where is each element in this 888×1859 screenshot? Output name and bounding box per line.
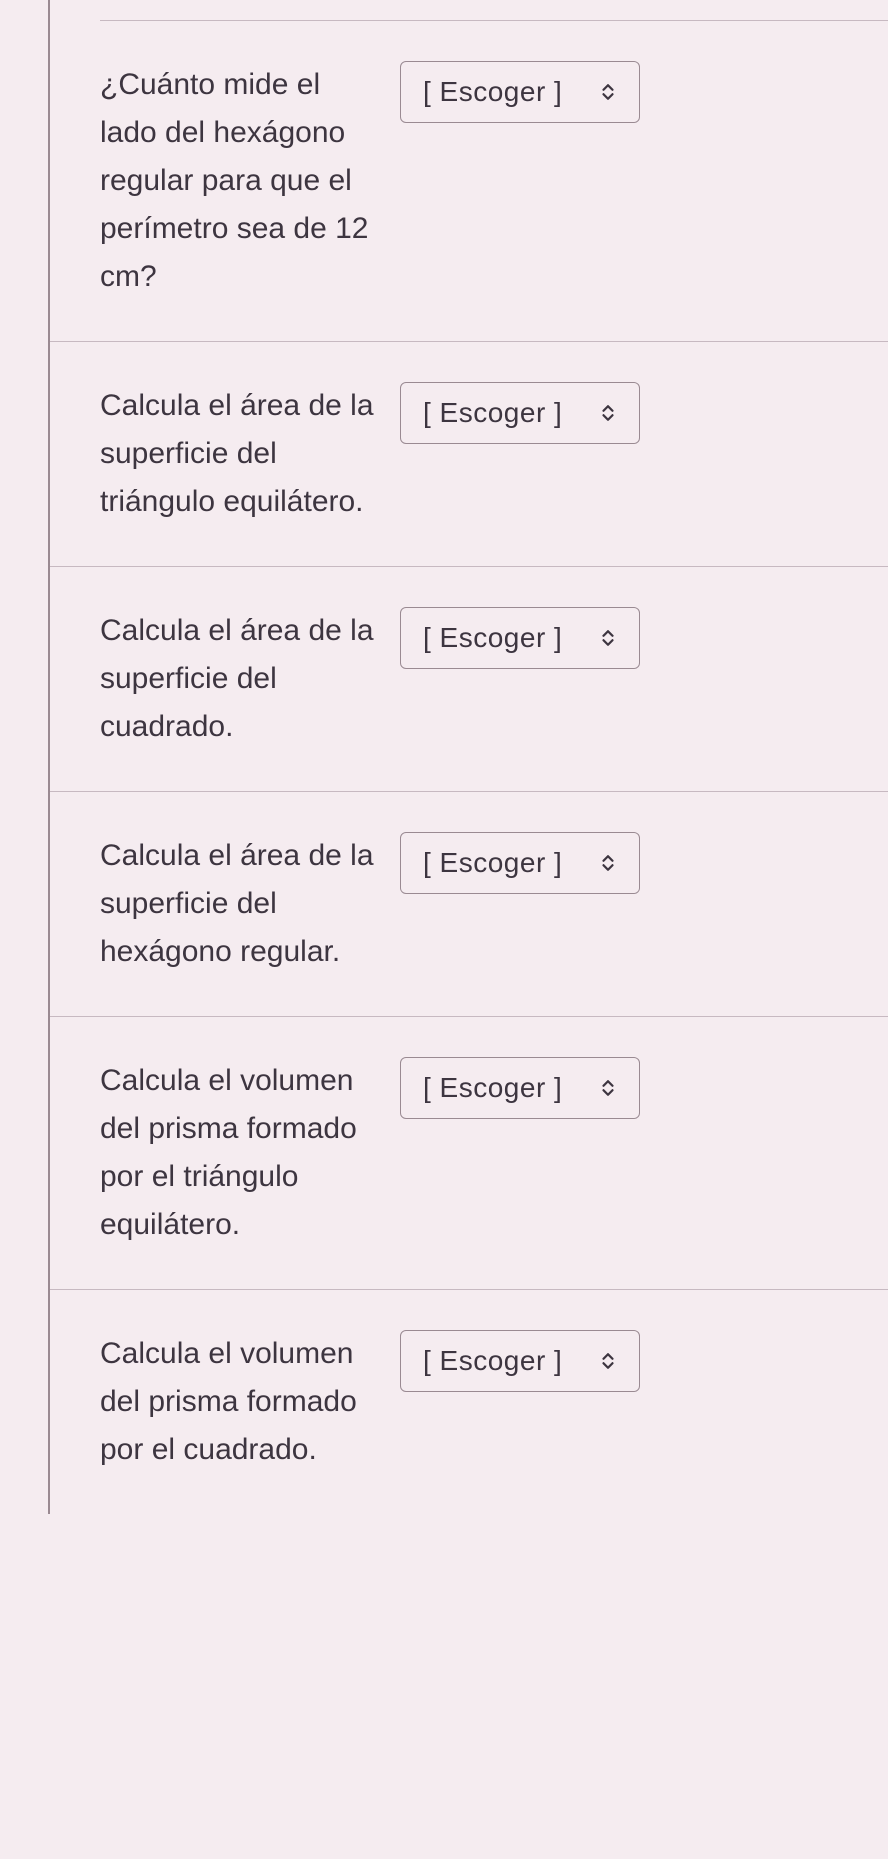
question-text: Calcula el área de la superficie del tri…: [100, 382, 380, 526]
question-row: Calcula el área de la superficie del cua…: [50, 567, 888, 792]
question-text: Calcula el volumen del prisma formado po…: [100, 1057, 380, 1249]
chevron-up-down-icon: [599, 854, 617, 872]
select-wrapper: [ Escoger ]: [400, 607, 640, 669]
question-row: ¿Cuánto mide el lado del hexágono regula…: [50, 21, 888, 342]
select-wrapper: [ Escoger ]: [400, 1057, 640, 1119]
chevron-up-down-icon: [599, 404, 617, 422]
select-label: [ Escoger ]: [423, 1345, 562, 1377]
question-text: Calcula el área de la superficie del hex…: [100, 832, 380, 976]
select-wrapper: [ Escoger ]: [400, 1330, 640, 1392]
question-row: Calcula el volumen del prisma formado po…: [50, 1290, 888, 1514]
chevron-up-down-icon: [599, 1079, 617, 1097]
select-label: [ Escoger ]: [423, 1072, 562, 1104]
select-label: [ Escoger ]: [423, 76, 562, 108]
question-text: Calcula el área de la superficie del cua…: [100, 607, 380, 751]
question-list: ¿Cuánto mide el lado del hexágono regula…: [48, 0, 888, 1514]
answer-select[interactable]: [ Escoger ]: [400, 382, 640, 444]
answer-select[interactable]: [ Escoger ]: [400, 1057, 640, 1119]
select-wrapper: [ Escoger ]: [400, 382, 640, 444]
answer-select[interactable]: [ Escoger ]: [400, 832, 640, 894]
chevron-up-down-icon: [599, 83, 617, 101]
select-label: [ Escoger ]: [423, 847, 562, 879]
select-label: [ Escoger ]: [423, 397, 562, 429]
select-wrapper: [ Escoger ]: [400, 832, 640, 894]
answer-select[interactable]: [ Escoger ]: [400, 607, 640, 669]
select-label: [ Escoger ]: [423, 622, 562, 654]
question-row: Calcula el volumen del prisma formado po…: [50, 1017, 888, 1290]
answer-select[interactable]: [ Escoger ]: [400, 61, 640, 123]
question-row: Calcula el área de la superficie del tri…: [50, 342, 888, 567]
answer-select[interactable]: [ Escoger ]: [400, 1330, 640, 1392]
select-wrapper: [ Escoger ]: [400, 61, 640, 123]
question-row: Calcula el área de la superficie del hex…: [50, 792, 888, 1017]
question-text: Calcula el volumen del prisma formado po…: [100, 1330, 380, 1474]
chevron-up-down-icon: [599, 629, 617, 647]
question-text: ¿Cuánto mide el lado del hexágono regula…: [100, 61, 380, 301]
chevron-up-down-icon: [599, 1352, 617, 1370]
